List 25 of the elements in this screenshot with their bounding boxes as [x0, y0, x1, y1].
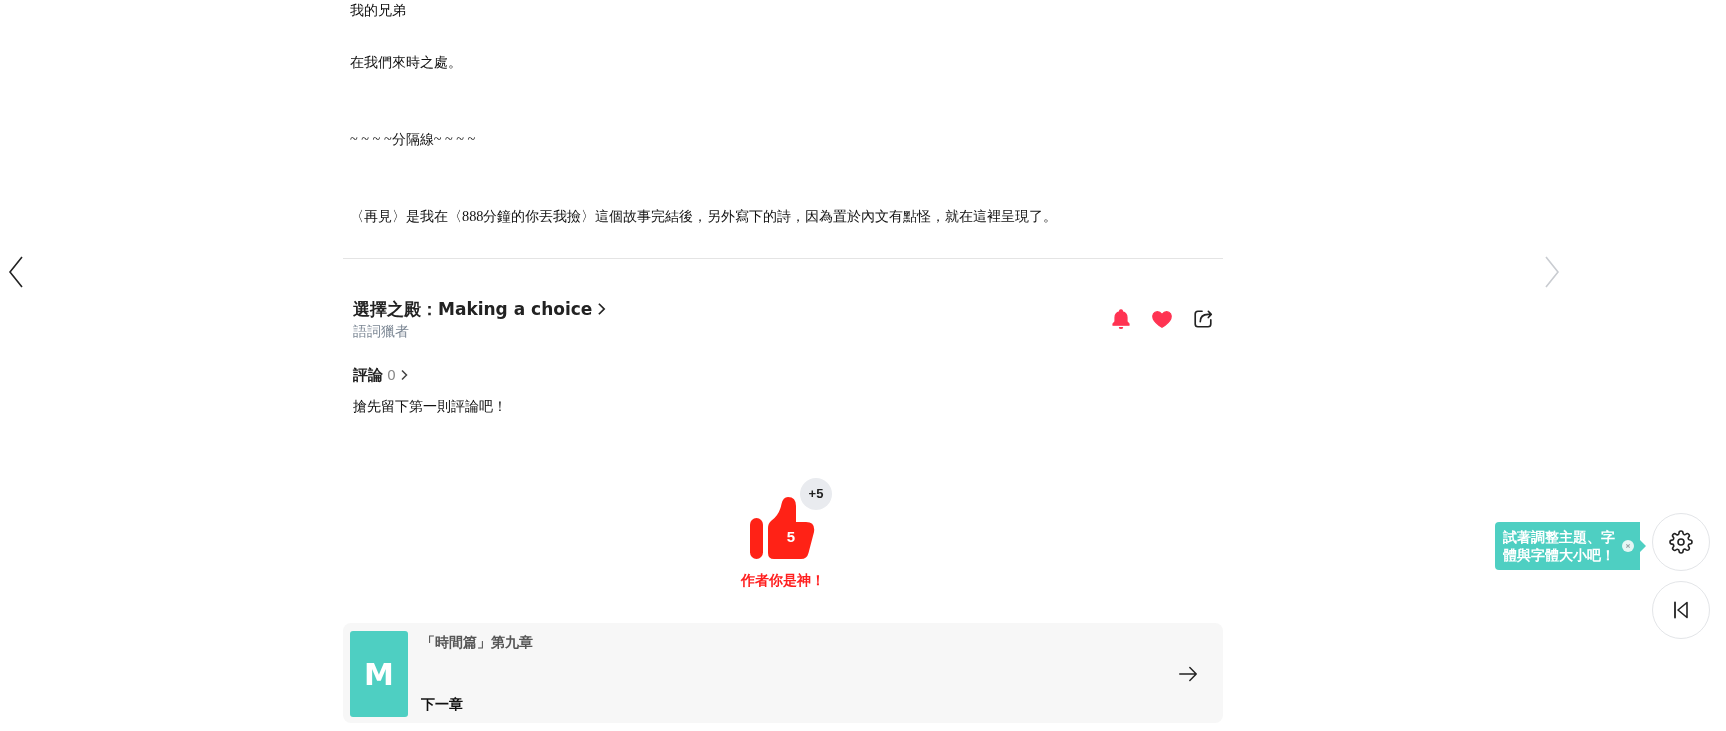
plus-count-badge: +5 [800, 478, 832, 510]
chevron-right-icon[interactable] [597, 302, 607, 316]
share-icon[interactable] [1192, 308, 1214, 330]
paragraph-text: 在我們來時之處。 [350, 53, 462, 72]
tooltip-text: 試著調整主題、字體與字體大小吧！ [1503, 528, 1616, 564]
chevron-right-icon[interactable] [399, 369, 408, 381]
paragraph-text: 〈再見〉是我在〈888分鐘的你丟我撿〉這個故事完結後，另外寫下的詩，因為置於內文有點怪，就在這裡呈現了。 [350, 207, 1058, 226]
empty-comments-text: 搶先留下第一則評論吧！ [353, 397, 507, 416]
like-button[interactable]: 5 +5 [750, 478, 832, 559]
book-cover: M [350, 631, 408, 717]
comment-count: 0 [387, 366, 396, 385]
settings-icon [1669, 530, 1693, 554]
next-chapter-card[interactable]: M 「時間篇」第九章 下一章 [343, 623, 1223, 723]
bell-icon[interactable] [1110, 308, 1132, 330]
chapter-title: 「時間篇」第九章 [421, 633, 533, 652]
story-title-link[interactable]: 選擇之殿：Making a choice [353, 297, 593, 321]
thumbs-up-icon [750, 497, 816, 559]
cheer-caption: 作者你是神！ [741, 571, 825, 590]
comments-heading: 評論 [353, 365, 383, 386]
chevron-left-icon[interactable] [8, 256, 24, 288]
next-chapter-label: 下一章 [421, 695, 463, 714]
heart-icon[interactable] [1151, 308, 1173, 330]
author-name[interactable]: 語詞獵者 [353, 321, 409, 341]
paragraph-text: ~ ~ ~ ~分隔線~ ~ ~ ~ [350, 130, 476, 149]
paragraph-text: 我的兄弟 [350, 1, 406, 20]
